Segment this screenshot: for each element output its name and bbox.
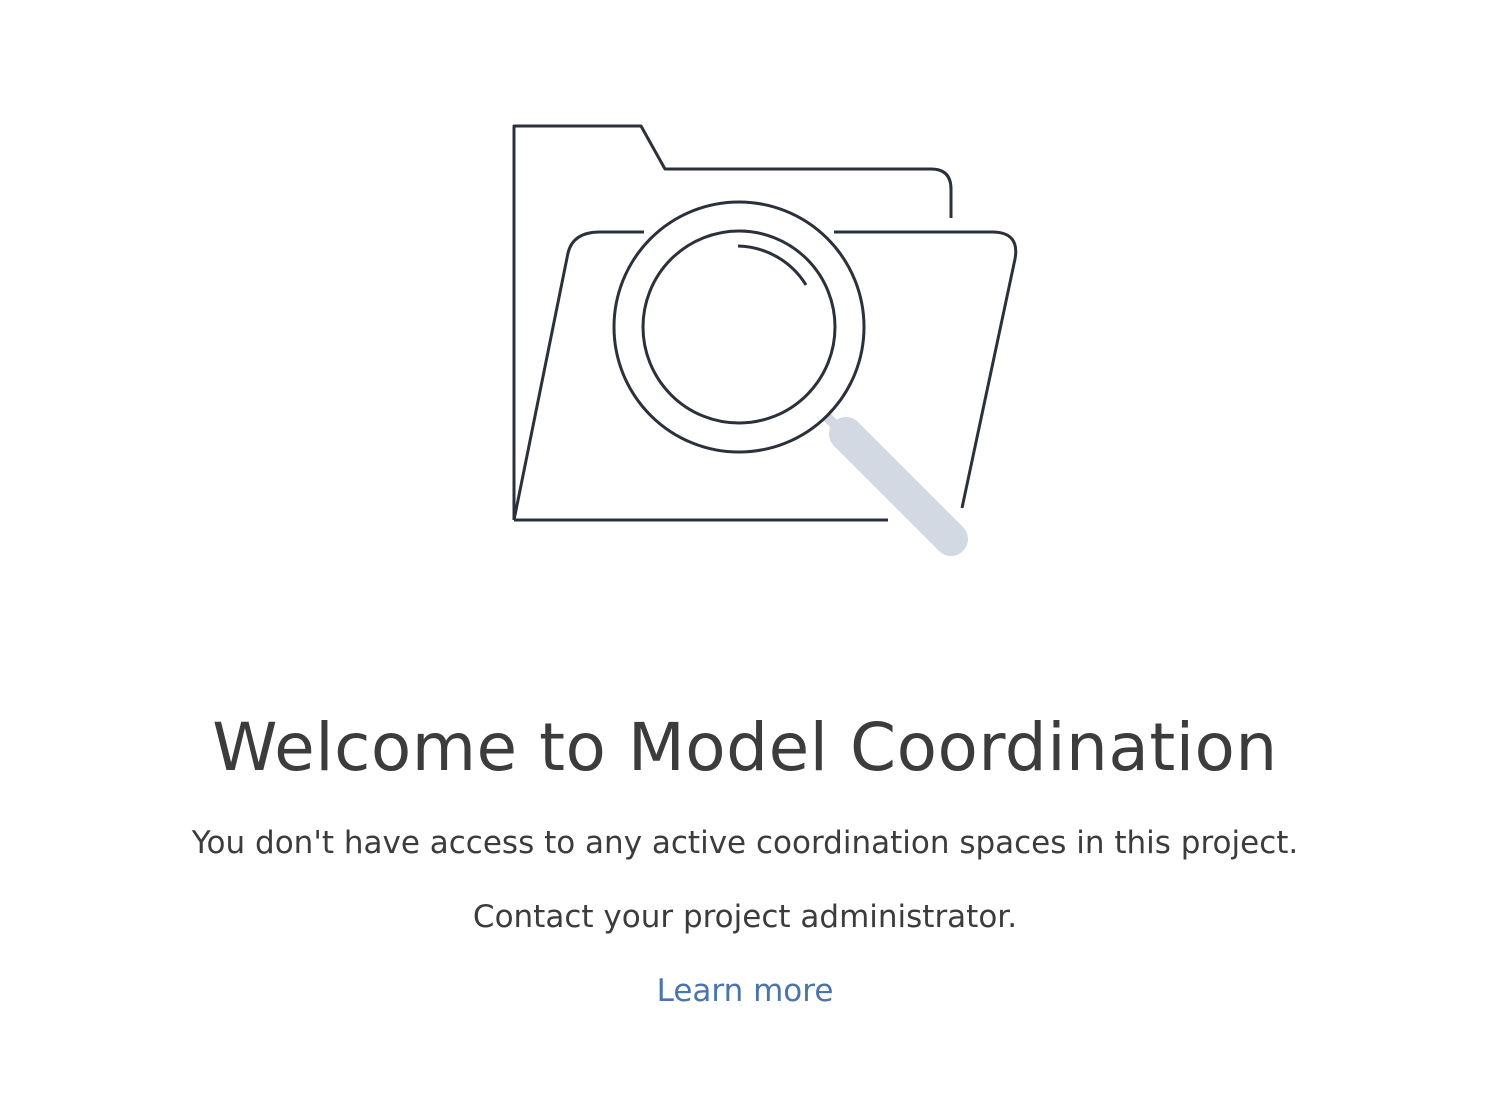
contact-admin-message: Contact your project administrator.	[472, 899, 1018, 935]
page-title: Welcome to Model Coordination	[212, 709, 1278, 786]
no-access-message: You don't have access to any active coor…	[191, 825, 1299, 861]
empty-state-text: Welcome to Model Coordination You don't …	[0, 700, 1490, 1014]
magnifier-inner-ring	[641, 229, 837, 425]
model-coordination-empty-state: Welcome to Model Coordination You don't …	[0, 0, 1490, 1096]
learn-more-link[interactable]: Learn more	[657, 968, 834, 1014]
magnifier-handle	[829, 417, 968, 556]
folder-search-icon	[512, 124, 1018, 556]
